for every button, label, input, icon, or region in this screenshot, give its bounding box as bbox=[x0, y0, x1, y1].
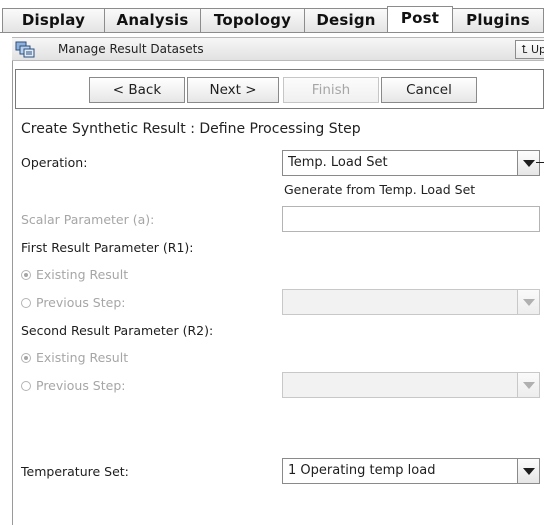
tab-design[interactable]: Design bbox=[304, 8, 388, 32]
tab-display[interactable]: Display bbox=[2, 8, 105, 32]
r2-existing-label: Existing Result bbox=[36, 350, 129, 365]
chevron-down-icon[interactable] bbox=[517, 290, 539, 314]
cancel-button[interactable]: Cancel bbox=[381, 77, 477, 103]
r1-previous-dropdown[interactable] bbox=[282, 289, 540, 315]
scalar-input[interactable] bbox=[282, 206, 540, 232]
r1-existing-label: Existing Result bbox=[36, 267, 129, 282]
r2-previous-dropdown[interactable] bbox=[282, 372, 540, 398]
r2-label: Second Result Parameter (R2): bbox=[21, 323, 214, 338]
tab-post[interactable]: Post bbox=[387, 6, 453, 33]
r1-label: First Result Parameter (R1): bbox=[21, 240, 194, 255]
pointer-line bbox=[536, 162, 544, 163]
step-heading: Create Synthetic Result : Define Process… bbox=[21, 121, 361, 137]
temperature-set-dropdown[interactable]: 1 Operating temp load bbox=[282, 458, 540, 484]
tab-divider bbox=[0, 32, 544, 33]
datasets-icon bbox=[15, 41, 35, 58]
r1-existing-radio[interactable]: Existing Result bbox=[21, 267, 128, 282]
radio-selected-icon bbox=[21, 353, 31, 363]
back-button[interactable]: < Back bbox=[89, 77, 185, 103]
temperature-set-value: 1 Operating temp load bbox=[288, 463, 436, 478]
r1-previous-radio[interactable]: Previous Step: bbox=[21, 295, 125, 310]
radio-selected-icon bbox=[21, 270, 31, 280]
chevron-down-icon[interactable] bbox=[517, 373, 539, 397]
panel-title-bar: Manage Result Datasets ⮤ Up bbox=[12, 37, 544, 61]
tab-plugins[interactable]: Plugins bbox=[452, 8, 544, 32]
radio-unselected-icon bbox=[21, 298, 31, 308]
operation-dropdown[interactable]: Temp. Load Set bbox=[282, 150, 540, 176]
tab-topology[interactable]: Topology bbox=[200, 8, 305, 32]
finish-button[interactable]: Finish bbox=[283, 77, 379, 103]
panel-title: Manage Result Datasets bbox=[58, 42, 204, 56]
r1-previous-label: Previous Step: bbox=[36, 295, 126, 310]
up-button[interactable]: ⮤ Up bbox=[515, 40, 544, 59]
r2-previous-radio[interactable]: Previous Step: bbox=[21, 378, 125, 393]
r2-previous-label: Previous Step: bbox=[36, 378, 126, 393]
chevron-down-icon[interactable] bbox=[517, 151, 539, 175]
operation-label: Operation: bbox=[21, 155, 88, 170]
radio-unselected-icon bbox=[21, 381, 31, 391]
r2-existing-radio[interactable]: Existing Result bbox=[21, 350, 128, 365]
operation-hint: Generate from Temp. Load Set bbox=[284, 182, 476, 197]
panel-left-border bbox=[12, 37, 13, 525]
temperature-set-label: Temperature Set: bbox=[21, 464, 129, 479]
tab-analysis[interactable]: Analysis bbox=[104, 8, 201, 32]
scalar-label: Scalar Parameter (a): bbox=[21, 212, 155, 227]
next-button[interactable]: Next > bbox=[187, 77, 279, 103]
tab-strip: Display Analysis Topology Design Post Pl… bbox=[0, 0, 544, 33]
chevron-down-icon[interactable] bbox=[517, 459, 539, 483]
operation-value: Temp. Load Set bbox=[288, 155, 388, 170]
